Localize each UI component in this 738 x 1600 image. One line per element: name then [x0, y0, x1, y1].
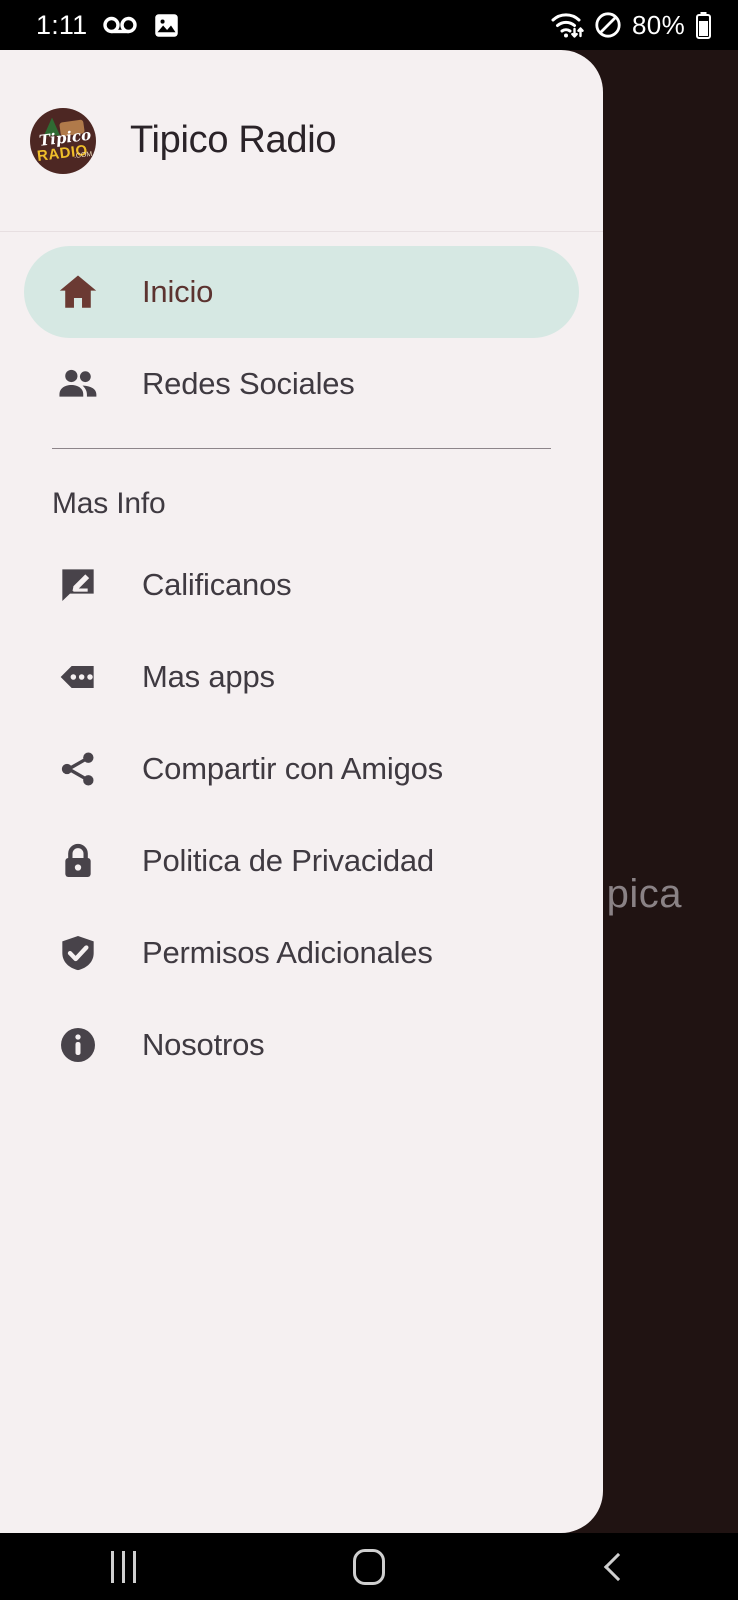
drawer-header: Tipico RADIO .COM Tipico Radio	[0, 50, 603, 232]
share-icon	[56, 747, 100, 791]
info-icon	[56, 1023, 100, 1067]
drawer-item-calificanos[interactable]: Calificanos	[24, 539, 579, 631]
drawer-item-label: Politica de Privacidad	[142, 843, 434, 878]
drawer-item-nosotros[interactable]: Nosotros	[24, 999, 579, 1091]
voicemail-icon	[103, 16, 138, 34]
home-icon	[56, 270, 100, 314]
drawer-item-label: Nosotros	[142, 1027, 265, 1062]
do-not-disturb-icon	[595, 12, 621, 38]
shield-check-icon	[56, 931, 100, 975]
drawer-menu-list: Inicio Redes Sociales Mas Info Califican…	[0, 232, 603, 1091]
battery-percent-label: 80%	[632, 9, 685, 40]
image-icon	[155, 13, 179, 37]
drawer-item-mas-apps[interactable]: Mas apps	[24, 631, 579, 723]
recents-icon	[110, 1550, 136, 1583]
wifi-icon	[551, 13, 584, 38]
drawer-item-permisos-adicionales[interactable]: Permisos Adicionales	[24, 907, 579, 999]
drawer-item-redes-sociales[interactable]: Redes Sociales	[24, 338, 579, 430]
lock-icon	[56, 839, 100, 883]
section-label-mas-info: Mas Info	[52, 487, 166, 520]
more-apps-tag-icon	[56, 655, 100, 699]
system-navigation-bar	[0, 1533, 738, 1600]
status-clock: 1:11	[36, 9, 88, 40]
drawer-item-inicio[interactable]: Inicio	[24, 246, 579, 338]
drawer-item-label: Calificanos	[142, 567, 292, 602]
drawer-item-label: Redes Sociales	[142, 366, 355, 401]
logo-com-text: .COM	[73, 150, 93, 160]
drawer-item-label: Permisos Adicionales	[142, 935, 433, 970]
drawer-item-politica-privacidad[interactable]: Politica de Privacidad	[24, 815, 579, 907]
drawer-item-label: Mas apps	[142, 659, 275, 694]
status-bar-right: 80%	[550, 10, 712, 41]
navigation-drawer: Tipico RADIO .COM Tipico Radio Inicio Re…	[0, 50, 603, 1533]
home-square-icon	[353, 1548, 385, 1585]
back-chevron-icon	[603, 1552, 633, 1581]
drawer-item-label: Inicio	[142, 274, 214, 309]
recents-button[interactable]	[0, 1533, 246, 1600]
drawer-item-label: Compartir con Amigos	[142, 751, 443, 786]
backdrop-partial-text: pica	[606, 872, 682, 916]
app-title: Tipico Radio	[130, 119, 337, 161]
rate-review-icon	[56, 563, 100, 607]
status-bar-left: 1:11	[36, 10, 180, 41]
battery-icon	[696, 12, 711, 39]
back-button[interactable]	[492, 1533, 738, 1600]
status-bar: 1:11 80%	[0, 0, 738, 50]
phone-screen: 1:11 80% pica Tipico RADIO .COM Tipico R…	[0, 0, 738, 1600]
app-logo: Tipico RADIO .COM	[30, 107, 96, 174]
people-icon	[56, 362, 100, 406]
drawer-item-compartir[interactable]: Compartir con Amigos	[24, 723, 579, 815]
home-button[interactable]	[246, 1533, 492, 1600]
